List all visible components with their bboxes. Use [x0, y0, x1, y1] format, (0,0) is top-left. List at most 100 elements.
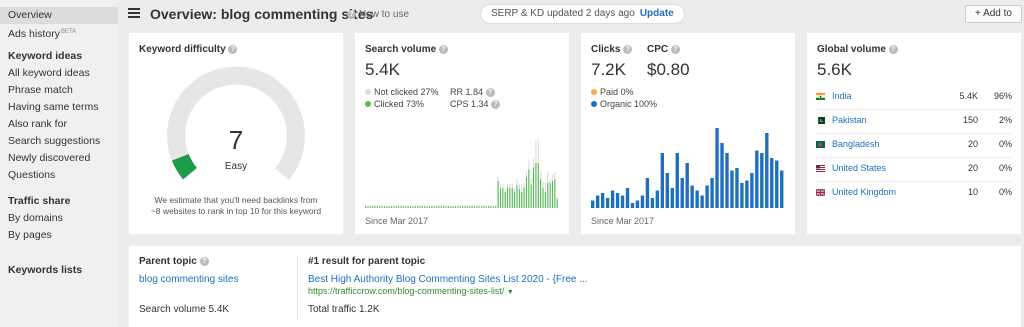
not-clicked-bar [514, 188, 516, 192]
uk-flag-icon [816, 189, 825, 196]
sidebar-item-having-same-terms[interactable]: Having same terms [0, 99, 118, 116]
serp-status-pill: SERP & KD updated 2 days ago Update [480, 4, 685, 24]
clicked-bar [459, 206, 461, 208]
beta-badge: BETA [60, 29, 77, 35]
clicked-bar [431, 206, 433, 208]
clicked-bar [450, 206, 452, 208]
organic-clicks-bar [710, 178, 714, 208]
organic-clicks-bar [635, 200, 640, 208]
sidebar-item-all-keyword-ideas[interactable]: All keyword ideas [0, 65, 118, 82]
clicked-bar [502, 188, 504, 208]
clicked-bar [367, 206, 369, 208]
parent-topic-link[interactable]: blog commenting sites [139, 274, 239, 285]
country-row-united-states: United States 20 0% [816, 163, 1012, 177]
result-url[interactable]: https://trafficcrow.com/blog-commenting-… [308, 286, 514, 296]
not-clicked-bar [376, 205, 378, 207]
caret-down-icon[interactable]: ▼ [507, 289, 514, 296]
organic-clicks-bar [695, 190, 699, 208]
not-clicked-bar [554, 172, 556, 180]
first-result-title: #1 result for parent topic [308, 256, 426, 267]
parent-topic-title: Parent topic ? [139, 256, 212, 267]
not-clicked-bar [402, 205, 405, 207]
not-clicked-bar [480, 205, 483, 207]
help-icon[interactable]: ? [888, 45, 898, 54]
country-link[interactable]: Bangladesh [832, 139, 880, 149]
not-clicked-bar [551, 174, 554, 181]
clicked-bar [419, 206, 421, 208]
not-clicked-bar [471, 205, 473, 207]
not-clicked-bar [419, 205, 421, 207]
country-link[interactable]: United Kingdom [832, 187, 896, 197]
country-volume: 150 [962, 115, 978, 125]
clicked-bar [428, 206, 431, 208]
menu-icon[interactable] [128, 8, 140, 18]
not-clicked-bar [476, 205, 478, 207]
clicked-bar [388, 206, 390, 208]
sidebar-item-questions[interactable]: Questions [0, 167, 118, 184]
organic-clicks-bar [615, 193, 620, 208]
not-clicked-bar [457, 205, 459, 207]
organic-clicks-bar [605, 198, 610, 208]
sidebar-item-ads-history[interactable]: Ads historyBETA [0, 24, 118, 41]
section-heading-traffic-share: Traffic share [8, 195, 71, 207]
serp-status-text: SERP & KD updated 2 days ago [491, 8, 635, 19]
organic-clicks-bar [730, 170, 734, 208]
help-icon[interactable]: ? [199, 257, 209, 266]
not-clicked-bar [374, 205, 376, 207]
clicked-bar [506, 187, 509, 208]
clicked-bar [407, 206, 409, 208]
country-link[interactable]: India [832, 91, 852, 101]
not-clicked-bar [466, 205, 468, 207]
row-divider [816, 133, 1012, 134]
clicked-bar [532, 167, 535, 208]
clicked-bar [497, 181, 499, 208]
result-title-link[interactable]: Best High Authority Blog Commenting Site… [308, 274, 588, 285]
organic-clicks-bar [745, 180, 749, 208]
clicked-bar [464, 206, 466, 208]
country-link[interactable]: United States [832, 163, 886, 173]
sidebar-item-by-domains[interactable]: By domains [0, 210, 118, 227]
not-clicked-bar [393, 205, 395, 207]
not-clicked-bar [400, 205, 402, 207]
clicked-bar [466, 206, 468, 208]
organic-clicks-bar [690, 185, 694, 208]
organic-clicks-bar [625, 188, 630, 208]
not-clicked-bar [490, 205, 492, 207]
parent-topic-card: Parent topic ? blog commenting sites Sea… [129, 246, 1021, 327]
not-clicked-bar [450, 205, 452, 207]
section-heading-keyword-ideas: Keyword ideas [8, 50, 83, 62]
not-clicked-bar [440, 205, 442, 207]
not-clicked-bar [473, 205, 475, 207]
difficulty-description: We estimate that you'll need backlinks f… [129, 195, 343, 217]
clicked-bar [402, 206, 405, 208]
clicked-bar [372, 206, 374, 208]
not-clicked-bar [509, 183, 511, 189]
sidebar-item-also-rank-for[interactable]: Also rank for [0, 116, 118, 133]
clicked-bar [395, 206, 397, 208]
not-clicked-bar [435, 205, 438, 207]
country-row-india: India 5.4K 96% [816, 91, 1012, 105]
sidebar-item-by-pages[interactable]: By pages [0, 227, 118, 244]
clicked-bar [457, 206, 459, 208]
not-clicked-bar [365, 205, 367, 207]
not-clicked-bar [523, 182, 525, 188]
country-share: 2% [998, 115, 1012, 125]
organic-clicks-bar [680, 178, 684, 208]
clicked-bar [421, 206, 423, 208]
clicked-bar [495, 206, 497, 208]
sidebar-item-overview[interactable]: Overview [0, 7, 118, 24]
sidebar-item-keywords-lists[interactable]: Keywords lists [0, 262, 118, 279]
update-button[interactable]: Update [640, 8, 674, 19]
clicked-bar [447, 206, 449, 208]
not-clicked-bar [367, 205, 369, 207]
clicked-bar [488, 206, 490, 208]
not-clicked-bar [532, 158, 535, 168]
sidebar-item-newly-discovered[interactable]: Newly discovered [0, 150, 118, 167]
add-to-button[interactable]: + Add to [965, 5, 1022, 23]
clicked-bar [544, 191, 546, 208]
country-link[interactable]: Pakistan [832, 115, 867, 125]
sidebar-item-phrase-match[interactable]: Phrase match [0, 82, 118, 99]
sidebar-item-search-suggestions[interactable]: Search suggestions [0, 133, 118, 150]
how-to-use-link[interactable]: ? How to use [347, 9, 409, 20]
not-clicked-bar [426, 205, 428, 207]
